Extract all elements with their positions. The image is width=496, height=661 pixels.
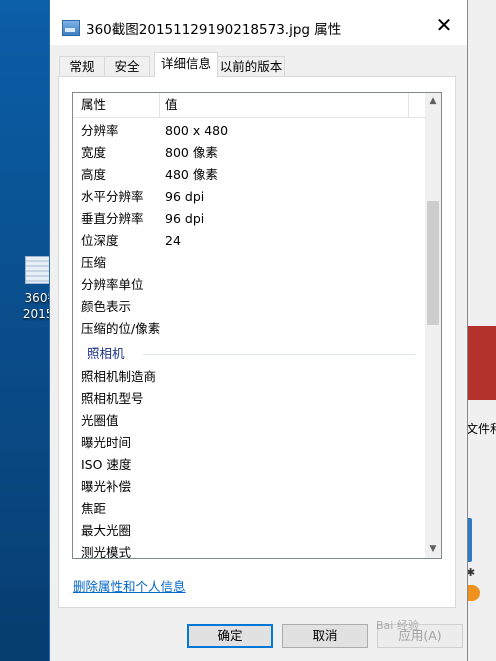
property-list[interactable]: 属性 值 分辨率 800 x 480 宽度 800 像素 高度 480 像素 水平分辨… bbox=[72, 92, 442, 559]
property-row[interactable]: 宽度 800 像素 bbox=[73, 142, 425, 164]
property-row[interactable]: 高度 480 像素 bbox=[73, 164, 425, 186]
tab-strip: 常规 安全 详细信息 以前的版本 bbox=[50, 52, 467, 77]
property-name: 宽度 bbox=[81, 145, 107, 160]
column-divider[interactable] bbox=[408, 93, 409, 117]
details-panel: 属性 值 分辨率 800 x 480 宽度 800 像素 高度 480 像素 水平分辨… bbox=[58, 76, 456, 608]
close-button[interactable]: ✕ bbox=[422, 10, 466, 40]
background-red-banner bbox=[466, 326, 496, 400]
property-row[interactable]: 分辨率 800 x 480 bbox=[73, 120, 425, 142]
scroll-down-arrow-icon[interactable]: ▼ bbox=[425, 541, 441, 558]
property-name: 照相机制造商 bbox=[81, 369, 157, 384]
property-name: 位深度 bbox=[81, 233, 119, 248]
property-row[interactable]: 最大光圈 bbox=[73, 520, 425, 542]
property-name: 照相机型号 bbox=[81, 391, 144, 406]
remove-properties-link[interactable]: 删除属性和个人信息 bbox=[73, 576, 186, 595]
property-row[interactable]: 照相机型号 bbox=[73, 388, 425, 410]
group-divider bbox=[143, 354, 415, 355]
column-header-property[interactable]: 属性 bbox=[81, 93, 106, 117]
scrollbar-thumb[interactable] bbox=[427, 201, 439, 325]
property-name: 水平分辨率 bbox=[81, 189, 144, 204]
scroll-up-arrow-icon[interactable]: ▲ bbox=[425, 93, 441, 110]
tab-general[interactable]: 常规 bbox=[59, 56, 105, 76]
property-row[interactable]: 曝光时间 bbox=[73, 432, 425, 454]
properties-dialog: 360截图20151129190218573.jpg 属性 ✕ 常规 安全 详细… bbox=[49, 0, 468, 661]
property-row[interactable]: 压缩的位/像素 bbox=[73, 318, 425, 340]
property-row[interactable]: 光圈值 bbox=[73, 410, 425, 432]
property-name: 垂直分辨率 bbox=[81, 211, 144, 226]
group-header-camera: 照相机 bbox=[73, 343, 425, 365]
property-name: 光圈值 bbox=[81, 413, 119, 428]
property-value[interactable]: 800 x 480 bbox=[165, 120, 228, 142]
image-file-icon bbox=[62, 20, 80, 36]
background-window: 文件和 ✱ bbox=[466, 0, 496, 661]
property-value[interactable]: 96 dpi bbox=[165, 208, 204, 230]
tab-previous-versions[interactable]: 以前的版本 bbox=[217, 56, 285, 76]
tab-details[interactable]: 详细信息 bbox=[154, 52, 218, 77]
property-row[interactable]: ISO 速度 bbox=[73, 454, 425, 476]
watermark: Bai 经验 bbox=[376, 619, 419, 632]
tab-security[interactable]: 安全 bbox=[104, 56, 150, 76]
property-row[interactable]: 压缩 bbox=[73, 252, 425, 274]
property-row[interactable]: 垂直分辨率 96 dpi bbox=[73, 208, 425, 230]
property-value[interactable]: 24 bbox=[165, 230, 181, 252]
ok-button[interactable]: 确定 bbox=[187, 624, 273, 648]
property-name: 测光模式 bbox=[81, 545, 132, 559]
column-header-value[interactable]: 值 bbox=[165, 93, 178, 117]
property-name: 曝光补偿 bbox=[81, 479, 132, 494]
property-name: 最大光圈 bbox=[81, 523, 132, 538]
property-name: 曝光时间 bbox=[81, 435, 132, 450]
property-name: 焦距 bbox=[81, 501, 107, 516]
property-value[interactable]: 800 像素 bbox=[165, 142, 218, 164]
property-value[interactable]: 480 像素 bbox=[165, 164, 218, 186]
property-name: 颜色表示 bbox=[81, 299, 132, 314]
property-value[interactable]: 96 dpi bbox=[165, 186, 204, 208]
property-row[interactable]: 曝光补偿 bbox=[73, 476, 425, 498]
property-row[interactable]: 焦距 bbox=[73, 498, 425, 520]
property-row[interactable]: 颜色表示 bbox=[73, 296, 425, 318]
property-name: ISO 速度 bbox=[81, 457, 132, 472]
property-row[interactable]: 照相机制造商 bbox=[73, 366, 425, 388]
property-name: 分辨率单位 bbox=[81, 277, 144, 292]
property-row[interactable]: 分辨率单位 bbox=[73, 274, 425, 296]
property-name: 压缩的位/像素 bbox=[81, 321, 161, 336]
property-name: 高度 bbox=[81, 167, 107, 182]
property-row[interactable]: 位深度 24 bbox=[73, 230, 425, 252]
property-row[interactable]: 测光模式 bbox=[73, 542, 425, 559]
vertical-scrollbar[interactable]: ▲ ▼ bbox=[425, 93, 441, 558]
group-label: 照相机 bbox=[87, 343, 131, 365]
title-bar[interactable]: 360截图20151129190218573.jpg 属性 ✕ bbox=[50, 0, 467, 45]
window-title: 360截图20151129190218573.jpg 属性 bbox=[86, 22, 342, 38]
list-header: 属性 值 bbox=[73, 93, 425, 118]
column-divider[interactable] bbox=[159, 93, 160, 117]
background-orange-badge bbox=[466, 585, 480, 601]
property-name: 压缩 bbox=[81, 255, 107, 270]
cancel-button[interactable]: 取消 bbox=[282, 624, 368, 648]
property-row[interactable]: 水平分辨率 96 dpi bbox=[73, 186, 425, 208]
property-name: 分辨率 bbox=[81, 123, 119, 138]
background-window-text: 文件和 bbox=[466, 422, 496, 436]
